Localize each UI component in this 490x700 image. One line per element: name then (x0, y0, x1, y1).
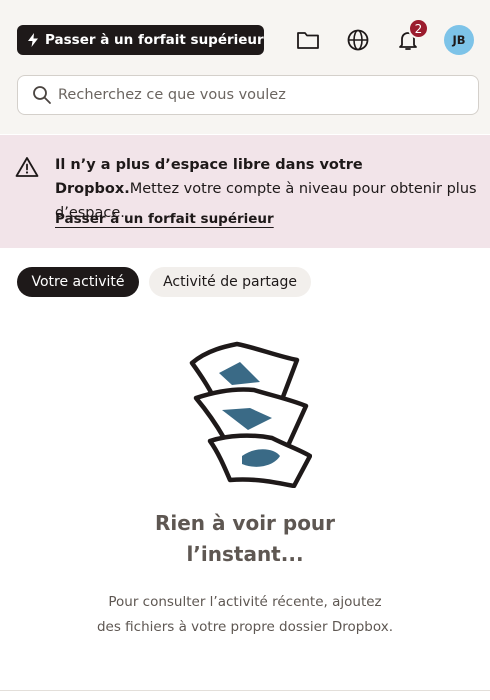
empty-state-illustration (189, 341, 312, 488)
folder-button[interactable] (293, 25, 323, 55)
search-input[interactable] (58, 87, 478, 103)
avatar[interactable]: JB (444, 25, 474, 55)
warning-icon (15, 157, 39, 177)
banner-upgrade-link[interactable]: Passer à un forfait supérieur (55, 211, 274, 227)
globe-icon (347, 29, 369, 51)
notification-badge: 2 (408, 18, 429, 39)
language-button[interactable] (343, 25, 373, 55)
search-bar[interactable] (17, 75, 479, 115)
bolt-icon (28, 33, 38, 47)
empty-state-title: Rien à voir pour l’instant... (154, 511, 336, 566)
upgrade-button-label: Passer à un forfait supérieur (45, 32, 264, 48)
folder-icon (297, 32, 319, 49)
empty-state-description: Pour consulter l’activité récente, ajout… (96, 594, 394, 635)
storage-full-banner: Il n’y a plus d’espace libre dans votre … (0, 135, 490, 248)
divider (0, 690, 490, 691)
tab-sharing-activity[interactable]: Activité de partage (149, 267, 311, 297)
search-icon (33, 86, 51, 104)
top-bar: Passer à un forfait supérieur 2 JB (0, 0, 490, 134)
tab-your-activity[interactable]: Votre activité (17, 267, 139, 297)
upgrade-button[interactable]: Passer à un forfait supérieur (17, 25, 264, 55)
